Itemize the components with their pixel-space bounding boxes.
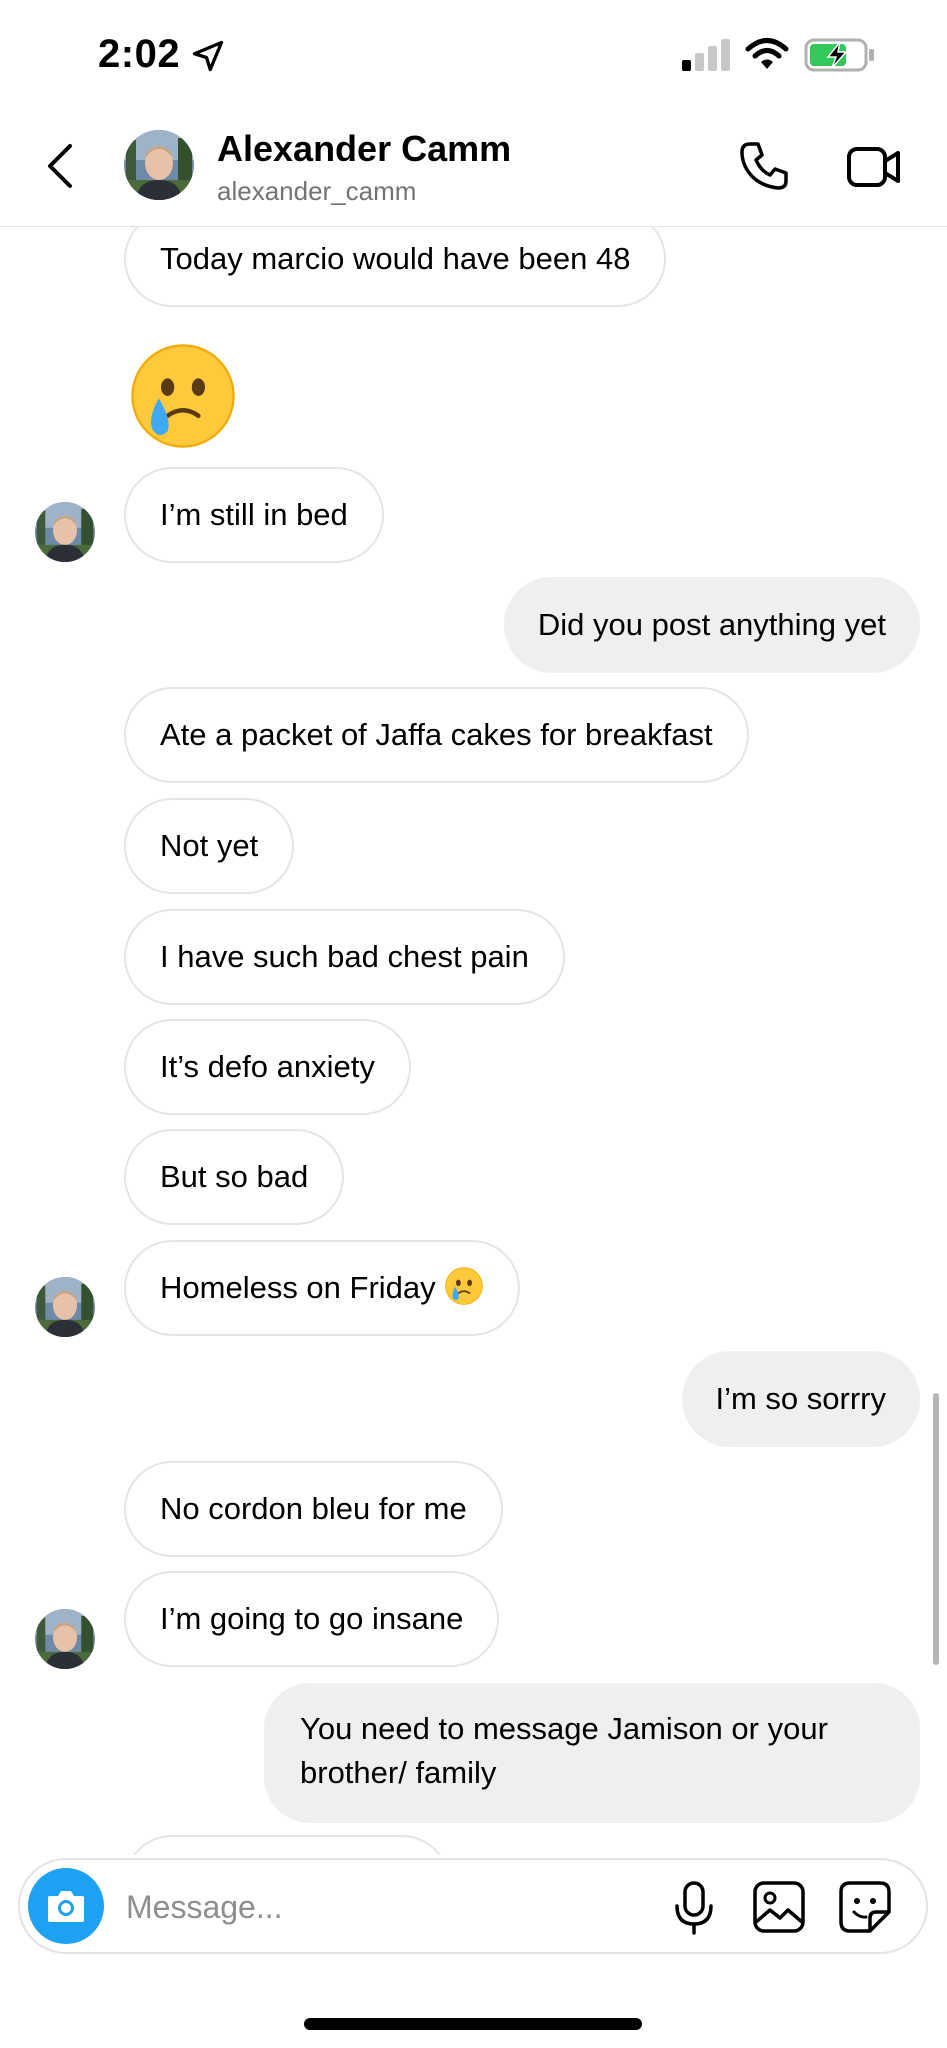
contact-avatar[interactable] (124, 130, 194, 200)
camera-button[interactable] (28, 1868, 104, 1944)
message-thread[interactable]: Today marcio would have been 48 I’m stil… (0, 227, 947, 1855)
back-chevron-icon[interactable] (42, 140, 78, 192)
incoming-message-partial[interactable] (124, 1835, 450, 1855)
incoming-message[interactable]: No cordon bleu for me (124, 1461, 503, 1557)
location-arrow-icon (192, 40, 224, 72)
incoming-message[interactable]: I have such bad chest pain (124, 909, 565, 1005)
outgoing-message[interactable]: I’m so sorrry (681, 1351, 920, 1447)
incoming-message[interactable]: I’m going to go insane (124, 1571, 500, 1667)
microphone-icon[interactable] (672, 1880, 716, 1936)
incoming-message[interactable]: I’m still in bed (124, 467, 384, 563)
incoming-message[interactable]: Not yet (124, 798, 295, 894)
message-composer (18, 1858, 928, 1954)
incoming-message[interactable]: But so bad (124, 1129, 345, 1225)
phone-call-icon[interactable] (738, 140, 790, 192)
message-text: Homeless on Friday (160, 1270, 436, 1305)
gallery-icon[interactable] (752, 1880, 806, 1934)
video-call-icon[interactable] (846, 144, 902, 190)
outgoing-message[interactable]: You need to message Jamison or your brot… (264, 1683, 920, 1823)
face-holding-back-tears-icon[interactable] (128, 341, 238, 451)
outgoing-message[interactable]: Did you post anything yet (503, 577, 920, 673)
camera-icon (48, 1891, 84, 1922)
status-time: 2:02 (98, 32, 181, 76)
sender-avatar (35, 1277, 95, 1337)
face-holding-back-tears-icon (444, 1266, 484, 1306)
sender-avatar (35, 502, 95, 562)
message-input[interactable] (124, 1880, 628, 1934)
incoming-message[interactable]: Today marcio would have been 48 (124, 227, 667, 307)
status-bar: 2:02 (0, 0, 947, 110)
chat-header: Alexander Camm alexander_camm (0, 110, 947, 227)
scrollbar[interactable] (933, 1393, 939, 1665)
sender-avatar (35, 1609, 95, 1669)
battery-charging-icon (804, 38, 874, 72)
incoming-message[interactable]: Homeless on Friday (124, 1240, 520, 1336)
contact-name[interactable]: Alexander Camm (217, 128, 511, 170)
wifi-icon (745, 38, 789, 69)
contact-username[interactable]: alexander_camm (217, 176, 416, 207)
incoming-message[interactable]: It’s defo anxiety (124, 1019, 411, 1115)
incoming-message[interactable]: Ate a packet of Jaffa cakes for breakfas… (124, 687, 749, 783)
home-indicator[interactable] (304, 2018, 642, 2030)
sticker-icon[interactable] (838, 1880, 892, 1934)
cellular-signal-icon (682, 39, 730, 71)
